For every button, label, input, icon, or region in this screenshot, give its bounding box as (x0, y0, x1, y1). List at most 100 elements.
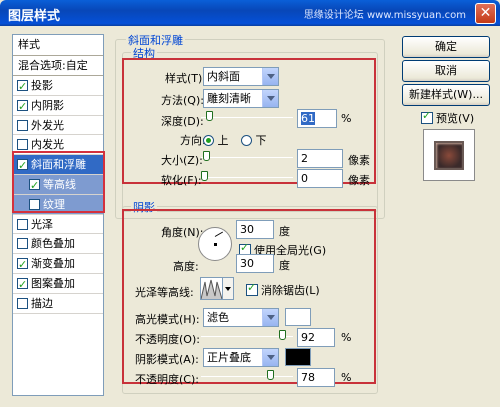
style-item-4[interactable]: 斜面和浮雕 (13, 155, 103, 175)
altitude-input[interactable]: 30 (236, 254, 274, 273)
soften-label: 软化(F): (161, 174, 202, 187)
style-item-label: 斜面和浮雕 (31, 158, 86, 172)
style-item-9[interactable]: 渐变叠加 (13, 254, 103, 274)
style-item-label: 外发光 (31, 118, 64, 132)
direction-down-radio[interactable]: 下 (241, 132, 267, 148)
depth-unit: % (341, 112, 352, 125)
checkbox-icon[interactable] (17, 139, 28, 151)
angle-dial[interactable] (198, 227, 232, 261)
soften-slider[interactable] (201, 171, 293, 182)
style-item-2[interactable]: 外发光 (13, 116, 103, 136)
angle-label: 角度(N): (161, 226, 204, 239)
depth-input[interactable]: 61 (297, 109, 337, 128)
checkbox-checked-icon (246, 281, 258, 296)
shadow-opacity-unit: % (341, 371, 352, 384)
style-label: 样式(T): (165, 72, 207, 85)
style-item-label: 内阴影 (31, 98, 64, 112)
checkbox-checked-icon[interactable] (17, 97, 28, 116)
direction-up-radio[interactable]: 上 (203, 132, 229, 148)
style-list-header[interactable]: 样式 (13, 35, 103, 56)
style-item-label: 投影 (31, 79, 53, 92)
preview-checkbox[interactable]: 预览(V) (421, 109, 474, 126)
checkbox-checked-icon[interactable] (17, 156, 28, 175)
highlight-color-swatch[interactable] (285, 308, 311, 326)
angle-needle (214, 231, 224, 237)
style-item-label: 光泽 (31, 217, 53, 231)
checkbox-checked-icon[interactable] (17, 255, 28, 274)
highlight-opacity-thumb[interactable] (279, 330, 286, 340)
altitude-unit: 度 (279, 259, 290, 272)
contour-dropdown-arrow[interactable] (223, 277, 234, 300)
ok-button[interactable]: 确定 (402, 36, 490, 58)
style-item-10[interactable]: 图案叠加 (13, 274, 103, 294)
checkbox-icon[interactable] (29, 198, 40, 210)
style-item-7[interactable]: 光泽 (13, 215, 103, 235)
style-list: 样式 混合选项:自定 投影内阴影外发光内发光斜面和浮雕等高线纹理光泽颜色叠加渐变… (12, 34, 105, 396)
size-slider-thumb[interactable] (203, 151, 210, 161)
checkbox-icon[interactable] (17, 119, 28, 131)
shadow-opacity-input[interactable]: 78 (297, 368, 335, 387)
checkbox-checked-icon[interactable] (29, 176, 40, 195)
method-select-value: 雕刻清晰 (207, 92, 251, 105)
dialog-body: 样式 混合选项:自定 投影内阴影外发光内发光斜面和浮雕等高线纹理光泽颜色叠加渐变… (3, 26, 497, 404)
style-item-label: 等高线 (43, 177, 76, 191)
style-item-1[interactable]: 内阴影 (13, 96, 103, 116)
shadow-mode-label: 阴影模式(A): (135, 353, 199, 366)
style-item-5[interactable]: 等高线 (13, 174, 103, 195)
gloss-contour-picker[interactable] (200, 277, 223, 300)
highlight-opacity-unit: % (341, 331, 352, 344)
cancel-button[interactable]: 取消 (402, 60, 490, 82)
size-input[interactable]: 2 (297, 149, 343, 168)
preview-thumbnail (434, 141, 464, 170)
checkbox-icon[interactable] (17, 218, 28, 230)
style-select-value: 内斜面 (207, 70, 240, 83)
style-item-label: 颜色叠加 (31, 237, 75, 251)
highlight-mode-select[interactable]: 滤色 (203, 308, 279, 327)
title-bar: 图层样式 思缘设计论坛 www.missyuan.com ✕ (0, 0, 500, 26)
soften-unit: 像素 (348, 174, 370, 187)
shadow-color-swatch[interactable] (285, 348, 311, 366)
style-item-0[interactable]: 投影 (13, 76, 103, 96)
style-item-8[interactable]: 颜色叠加 (13, 234, 103, 255)
checkbox-checked-icon[interactable] (17, 77, 28, 96)
window-title: 图层样式 (8, 9, 61, 24)
soften-input[interactable]: 0 (297, 169, 343, 188)
close-icon: ✕ (479, 5, 492, 21)
depth-slider-thumb[interactable] (206, 111, 213, 121)
checkbox-checked-icon (421, 109, 433, 124)
shadow-mode-select[interactable]: 正片叠底 (203, 348, 279, 367)
size-slider[interactable] (201, 151, 293, 162)
method-label: 方法(Q): (161, 94, 204, 107)
altitude-label: 高度: (173, 260, 199, 273)
depth-label: 深度(D): (161, 115, 204, 128)
angle-input[interactable]: 30 (236, 220, 274, 239)
shadow-opacity-slider[interactable] (201, 370, 293, 381)
checkbox-icon[interactable] (17, 238, 28, 250)
checkbox-icon[interactable] (17, 297, 28, 309)
chevron-down-icon (262, 68, 278, 85)
blend-options-item[interactable]: 混合选项:自定 (13, 56, 103, 76)
style-preview (423, 129, 475, 181)
method-select[interactable]: 雕刻清晰 (203, 89, 279, 108)
gloss-contour-label: 光泽等高线: (135, 286, 194, 299)
size-unit: 像素 (348, 154, 370, 167)
style-item-3[interactable]: 内发光 (13, 135, 103, 156)
chevron-down-icon (262, 90, 278, 107)
highlight-opacity-slider[interactable] (201, 330, 293, 341)
shadow-opacity-label: 不透明度(C): (135, 373, 199, 386)
new-style-button[interactable]: 新建样式(W)... (402, 84, 490, 106)
highlight-opacity-input[interactable]: 92 (297, 328, 335, 347)
close-button[interactable]: ✕ (475, 3, 496, 24)
checkbox-checked-icon[interactable] (17, 275, 28, 294)
soften-slider-thumb[interactable] (201, 171, 208, 181)
style-item-11[interactable]: 描边 (13, 294, 103, 314)
style-select[interactable]: 内斜面 (203, 67, 279, 86)
style-item-label: 图案叠加 (31, 276, 75, 290)
shadow-opacity-thumb[interactable] (267, 370, 274, 380)
style-item-6[interactable]: 纹理 (13, 194, 103, 215)
angle-unit: 度 (279, 225, 290, 238)
antialias-checkbox[interactable]: 消除锯齿(L) (246, 281, 320, 298)
direction-label: 方向: (180, 134, 206, 147)
depth-slider[interactable] (201, 111, 293, 122)
radio-up-icon (203, 135, 214, 146)
